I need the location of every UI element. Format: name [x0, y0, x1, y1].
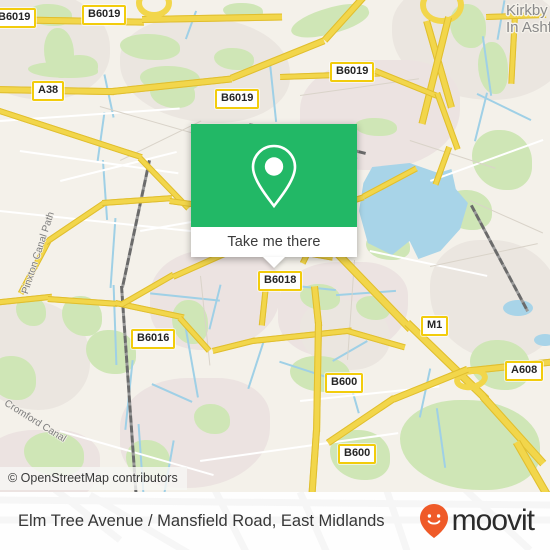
map-pin-icon [251, 144, 297, 208]
map-screenshot: Kirkby In Ashfield Pinxton Canal Path Cr… [0, 0, 550, 550]
take-me-there-button[interactable]: Take me there [227, 234, 320, 250]
road-shield-b6019: B6019 [215, 89, 260, 109]
popup-pointer-tail [263, 257, 285, 268]
map-canvas[interactable]: Kirkby In Ashfield Pinxton Canal Path Cr… [0, 0, 550, 492]
map-water-pond [503, 300, 533, 316]
road-shield-b6018: B6018 [258, 271, 303, 291]
moovit-smiley-pin-icon [419, 504, 448, 538]
map-water-pond [534, 334, 550, 346]
road-shield-b6019: B6019 [82, 5, 127, 25]
place-label-line1: Kirkby [506, 2, 548, 19]
road-shield-b6016: B6016 [131, 329, 176, 349]
road-shield-b600: B600 [325, 373, 364, 393]
location-title: Elm Tree Avenue / Mansfield Road, East M… [18, 511, 385, 530]
moovit-brand[interactable]: moovit [419, 503, 535, 539]
popup-icon-area [191, 124, 357, 227]
road-shield-b6019: B6019 [0, 8, 37, 28]
road-shield-m1: M1 [421, 316, 449, 336]
road-shield-b600: B600 [338, 444, 377, 464]
road-shield-b6019: B6019 [330, 62, 375, 82]
place-label-kirkby-in-ashfield: Kirkby In Ashfield [506, 2, 550, 36]
location-popup-card[interactable]: Take me there [191, 124, 357, 268]
road-shield-a608: A608 [505, 361, 544, 381]
moovit-wordmark: moovit [451, 504, 535, 537]
road-shield-a38: A38 [32, 81, 65, 101]
popup-action-area[interactable]: Take me there [191, 227, 357, 257]
place-label-line2: In Ashfield [506, 19, 550, 36]
footer-bar: Elm Tree Avenue / Mansfield Road, East M… [0, 492, 550, 550]
osm-attribution[interactable]: © OpenStreetMap contributors [0, 467, 187, 490]
